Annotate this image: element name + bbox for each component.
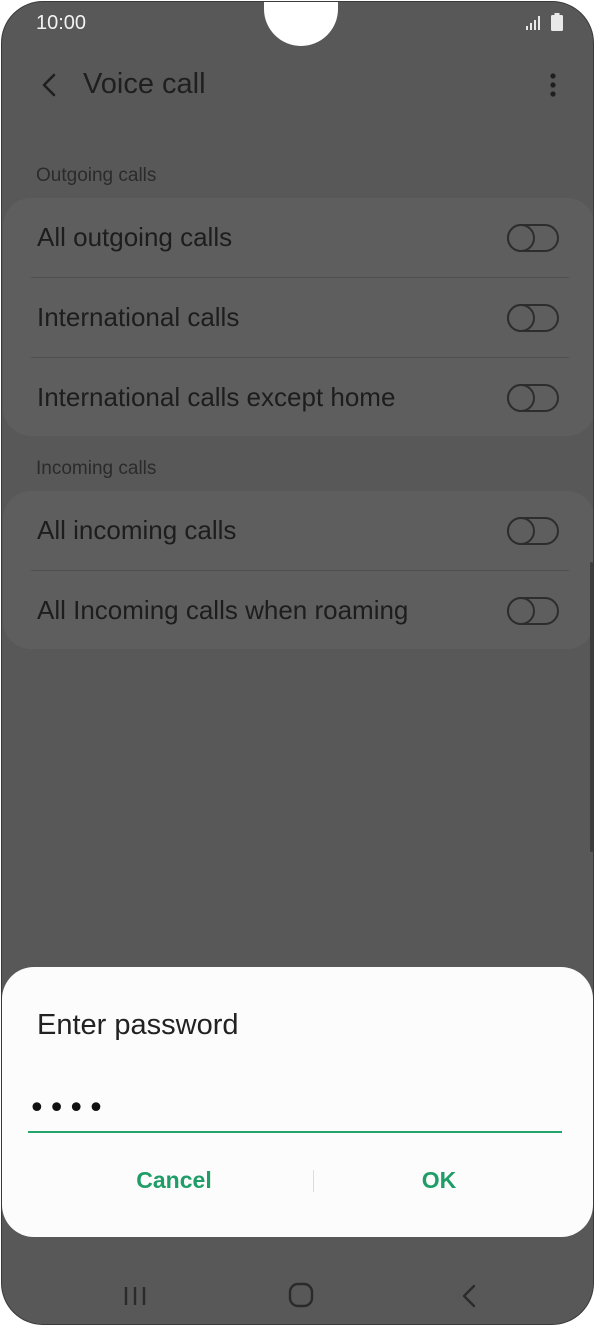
recents-icon[interactable]	[122, 1284, 148, 1308]
setting-row-international-except-home[interactable]: International calls except home	[3, 358, 593, 437]
setting-label: International calls	[37, 302, 240, 332]
app-bar: Voice call	[2, 54, 593, 118]
button-separator	[313, 1170, 314, 1192]
cancel-button[interactable]: Cancel	[36, 1163, 312, 1197]
password-dialog: Enter password Cancel OK	[2, 967, 593, 1237]
toggle-knob	[507, 384, 535, 412]
incoming-calls-card: All incoming calls All Incoming calls wh…	[3, 491, 593, 650]
toggle-switch[interactable]	[507, 597, 559, 625]
more-options-icon[interactable]	[547, 70, 559, 100]
setting-label: All outgoing calls	[37, 222, 233, 252]
setting-row-international[interactable]: International calls	[3, 278, 593, 357]
page-title: Voice call	[83, 68, 206, 100]
setting-row-all-incoming[interactable]: All incoming calls	[3, 491, 593, 570]
toggle-switch[interactable]	[507, 517, 559, 545]
toggle-knob	[507, 597, 535, 625]
back-arrow-icon[interactable]	[36, 70, 62, 100]
outgoing-calls-card: All outgoing calls International calls I…	[3, 198, 593, 437]
navigation-bar	[2, 1264, 593, 1324]
edge-panel-handle[interactable]	[590, 562, 593, 852]
setting-label: All incoming calls	[37, 515, 237, 545]
toggle-knob	[507, 304, 535, 332]
ok-button[interactable]: OK	[316, 1163, 562, 1197]
setting-label: All Incoming calls when roaming	[37, 595, 409, 625]
setting-label: International calls except home	[37, 382, 396, 412]
back-icon[interactable]	[460, 1282, 478, 1310]
home-icon[interactable]	[288, 1282, 314, 1308]
toggle-switch[interactable]	[507, 224, 559, 252]
signal-icon	[526, 16, 540, 30]
setting-row-all-outgoing[interactable]: All outgoing calls	[3, 198, 593, 277]
battery-icon	[551, 13, 563, 31]
password-input[interactable]	[28, 1085, 562, 1133]
setting-row-incoming-roaming[interactable]: All Incoming calls when roaming	[3, 571, 593, 650]
toggle-switch[interactable]	[507, 304, 559, 332]
toggle-knob	[507, 224, 535, 252]
status-bar: 10:00	[2, 2, 593, 46]
status-time: 10:00	[36, 12, 87, 34]
toggle-switch[interactable]	[507, 384, 559, 412]
section-header-outgoing: Outgoing calls	[36, 165, 157, 186]
section-header-incoming: Incoming calls	[36, 458, 157, 479]
phone-screen: 10:00 Voice call Outgoing calls All outg…	[1, 1, 594, 1325]
toggle-knob	[507, 517, 535, 545]
dialog-title: Enter password	[37, 1009, 239, 1041]
